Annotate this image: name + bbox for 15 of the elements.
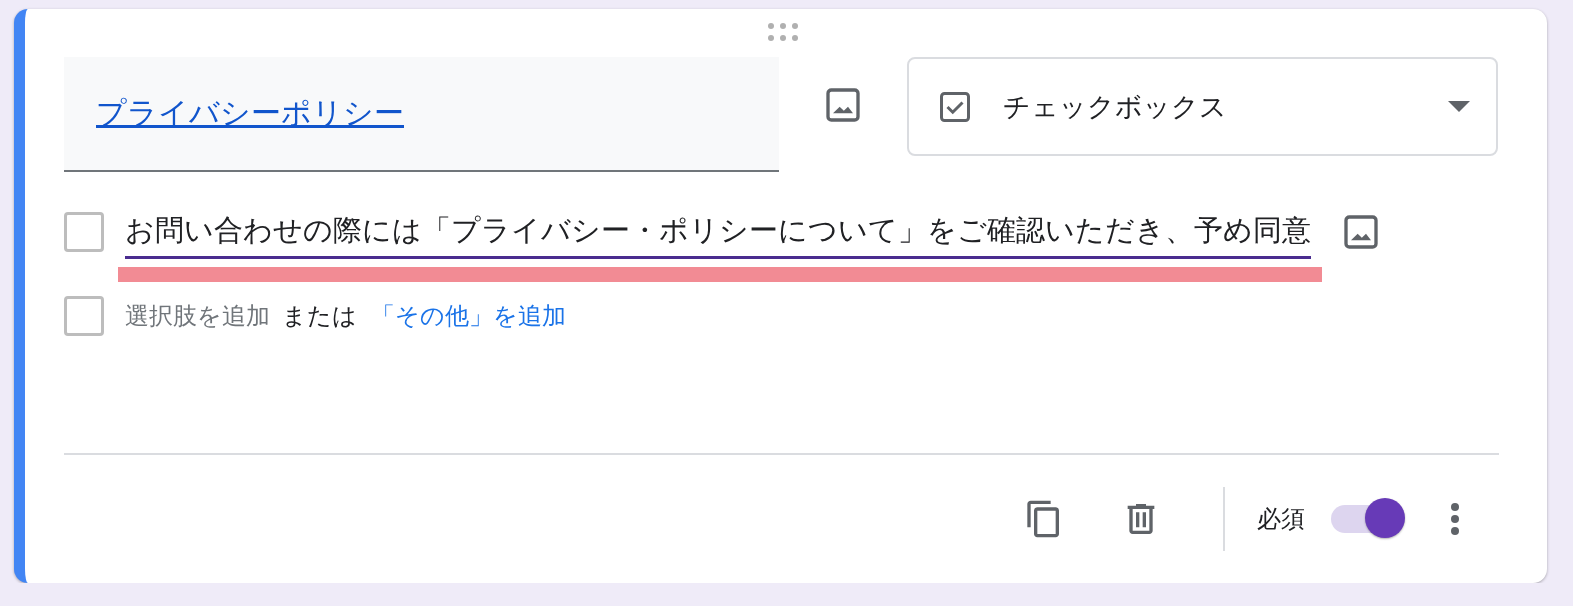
option-field[interactable]: お問い合わせの際には「プライバシー・ポリシーについて」をご確認いただき、予め同意 (125, 212, 1311, 259)
caret-icon (1448, 101, 1470, 112)
question-title-field[interactable]: プライバシーポリシー (64, 57, 779, 172)
question-title: プライバシーポリシー (96, 96, 404, 129)
add-other-link[interactable]: 「その他」を追加 (371, 300, 566, 332)
image-icon[interactable] (1341, 212, 1381, 252)
required-toggle[interactable] (1331, 498, 1407, 540)
more-options-icon[interactable] (1451, 503, 1459, 535)
checkbox[interactable] (64, 212, 104, 252)
image-icon[interactable] (823, 85, 863, 125)
question-type-dropdown[interactable]: チェックボックス (907, 57, 1498, 156)
add-option-label[interactable]: 選択肢を追加 (125, 300, 270, 332)
or-text: または (282, 301, 357, 331)
drag-handle-icon[interactable] (768, 23, 798, 41)
required-label: 必須 (1257, 504, 1305, 534)
